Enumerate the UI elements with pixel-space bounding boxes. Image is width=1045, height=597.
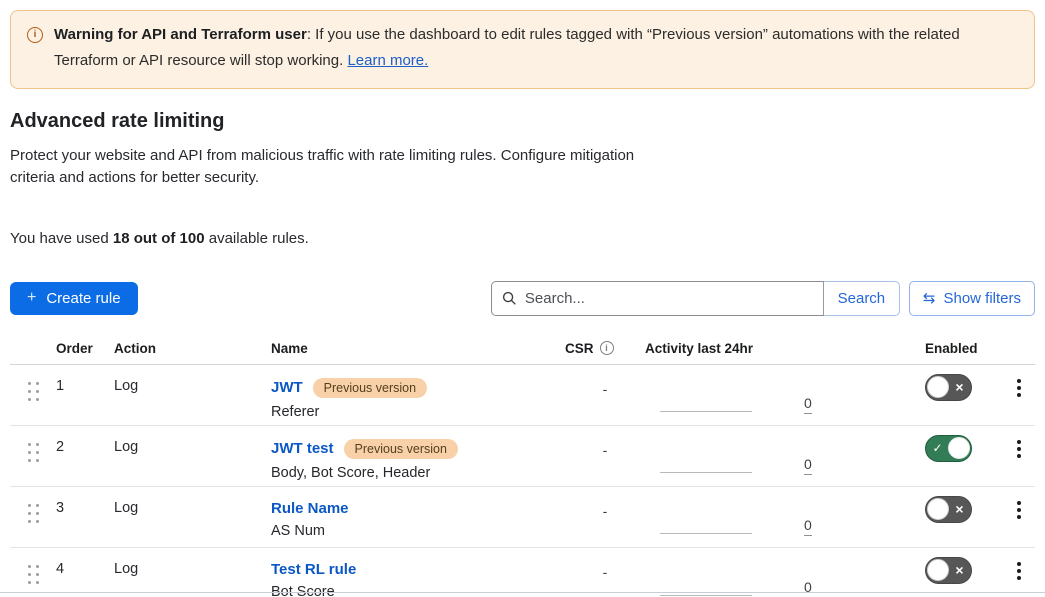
usage-prefix: You have used [10,230,109,247]
rule-order: 2 [56,426,114,486]
rule-csr-value: - [565,365,645,425]
drag-handle-icon[interactable] [28,504,39,523]
create-rule-label: Create rule [46,290,120,307]
rules-table: Order Action Name CSR i Activity last 24… [10,337,1035,597]
usage-summary: You have used 18 out of 100 available ru… [10,230,1035,247]
header-action: Action [114,341,271,364]
header-spacer [1003,356,1035,364]
table-header-row: Order Action Name CSR i Activity last 24… [10,337,1035,365]
rule-action: Log [114,365,271,425]
header-enabled: Enabled [925,341,1003,364]
drag-handle-icon[interactable] [28,565,39,584]
previous-version-badge: Previous version [313,378,427,398]
bottom-divider [0,592,1045,593]
table-row: 2 Log JWT test Previous version Body, Bo… [10,426,1035,487]
rule-criteria: Body, Bot Score, Header [271,465,565,481]
rule-criteria: Referer [271,404,565,420]
table-row: 4 Log Test RL rule Bot Score - 0 × [10,548,1035,597]
enabled-toggle[interactable]: × [925,496,972,523]
search-input[interactable] [491,281,824,316]
activity-count-link[interactable]: 0 [804,456,812,475]
rule-order: 1 [56,365,114,425]
rule-csr-value: - [565,487,645,547]
rule-name-link[interactable]: JWT [271,379,303,396]
toggle-state-icon: × [949,502,970,516]
header-name: Name [271,341,565,364]
page-title: Advanced rate limiting [10,110,1035,133]
show-filters-button[interactable]: ⇆ Show filters [909,281,1035,316]
table-row: 3 Log Rule Name AS Num - 0 × [10,487,1035,548]
toggle-knob [927,376,949,398]
table-body: 1 Log JWT Previous version Referer - 0 × [10,365,1035,597]
drag-handle-icon[interactable] [28,443,39,462]
activity-sparkline [660,472,752,473]
csr-info-icon[interactable]: i [600,341,614,355]
rule-action: Log [114,548,271,597]
usage-suffix: available rules. [209,230,309,247]
rule-csr-value: - [565,426,645,486]
header-csr: CSR i [565,341,645,364]
warning-banner-text: Warning for API and Terraform user: If y… [54,22,1016,75]
rule-name-link[interactable]: Test RL rule [271,561,356,578]
kebab-menu-button[interactable] [1011,377,1027,425]
search-icon [502,291,517,306]
toggle-knob [948,437,970,459]
create-rule-button[interactable]: + Create rule [10,282,138,315]
toggle-knob [927,498,949,520]
info-circle-icon: i [27,27,43,43]
activity-sparkline [660,595,752,596]
rule-order: 3 [56,487,114,547]
search-button[interactable]: Search [823,281,900,316]
toggle-state-icon: × [949,380,970,394]
plus-icon: + [27,289,36,307]
rule-action: Log [114,487,271,547]
usage-count: 18 out of 100 [113,230,205,247]
page-description: Protect your website and API from malici… [10,145,642,190]
activity-sparkline [660,533,752,534]
table-row: 1 Log JWT Previous version Referer - 0 × [10,365,1035,426]
rule-csr-value: - [565,548,645,597]
rule-criteria: Bot Score [271,584,565,597]
kebab-menu-button[interactable] [1011,438,1027,486]
show-filters-label: Show filters [943,290,1021,307]
rule-name-link[interactable]: JWT test [271,440,334,457]
activity-count-link[interactable]: 0 [804,517,812,536]
activity-count-link[interactable]: 0 [804,395,812,414]
advanced-rate-limiting-page: i Warning for API and Terraform user: If… [0,0,1045,597]
kebab-menu-button[interactable] [1011,499,1027,547]
enabled-toggle[interactable]: × [925,557,972,584]
learn-more-link[interactable]: Learn more. [347,52,428,69]
enabled-toggle[interactable]: ✓ [925,435,972,462]
warning-banner: i Warning for API and Terraform user: If… [10,10,1035,89]
header-spacer [10,356,56,364]
previous-version-badge: Previous version [344,439,458,459]
drag-handle-icon[interactable] [28,382,39,401]
search-group: Search ⇆ Show filters [491,281,1035,316]
warning-title: Warning for API and Terraform user [54,26,307,43]
toolbar: + Create rule Search ⇆ Show filters [10,281,1035,316]
toggle-state-icon: × [949,563,970,577]
activity-sparkline [660,411,752,412]
header-order: Order [56,341,114,364]
swap-arrows-icon: ⇆ [923,291,936,306]
header-activity: Activity last 24hr [645,341,925,364]
toggle-state-icon: ✓ [927,442,948,454]
rule-action: Log [114,426,271,486]
activity-count-link[interactable]: 0 [804,579,812,597]
rule-name-link[interactable]: Rule Name [271,500,349,517]
rule-order: 4 [56,548,114,597]
toggle-knob [927,559,949,581]
enabled-toggle[interactable]: × [925,374,972,401]
rule-criteria: AS Num [271,523,565,539]
